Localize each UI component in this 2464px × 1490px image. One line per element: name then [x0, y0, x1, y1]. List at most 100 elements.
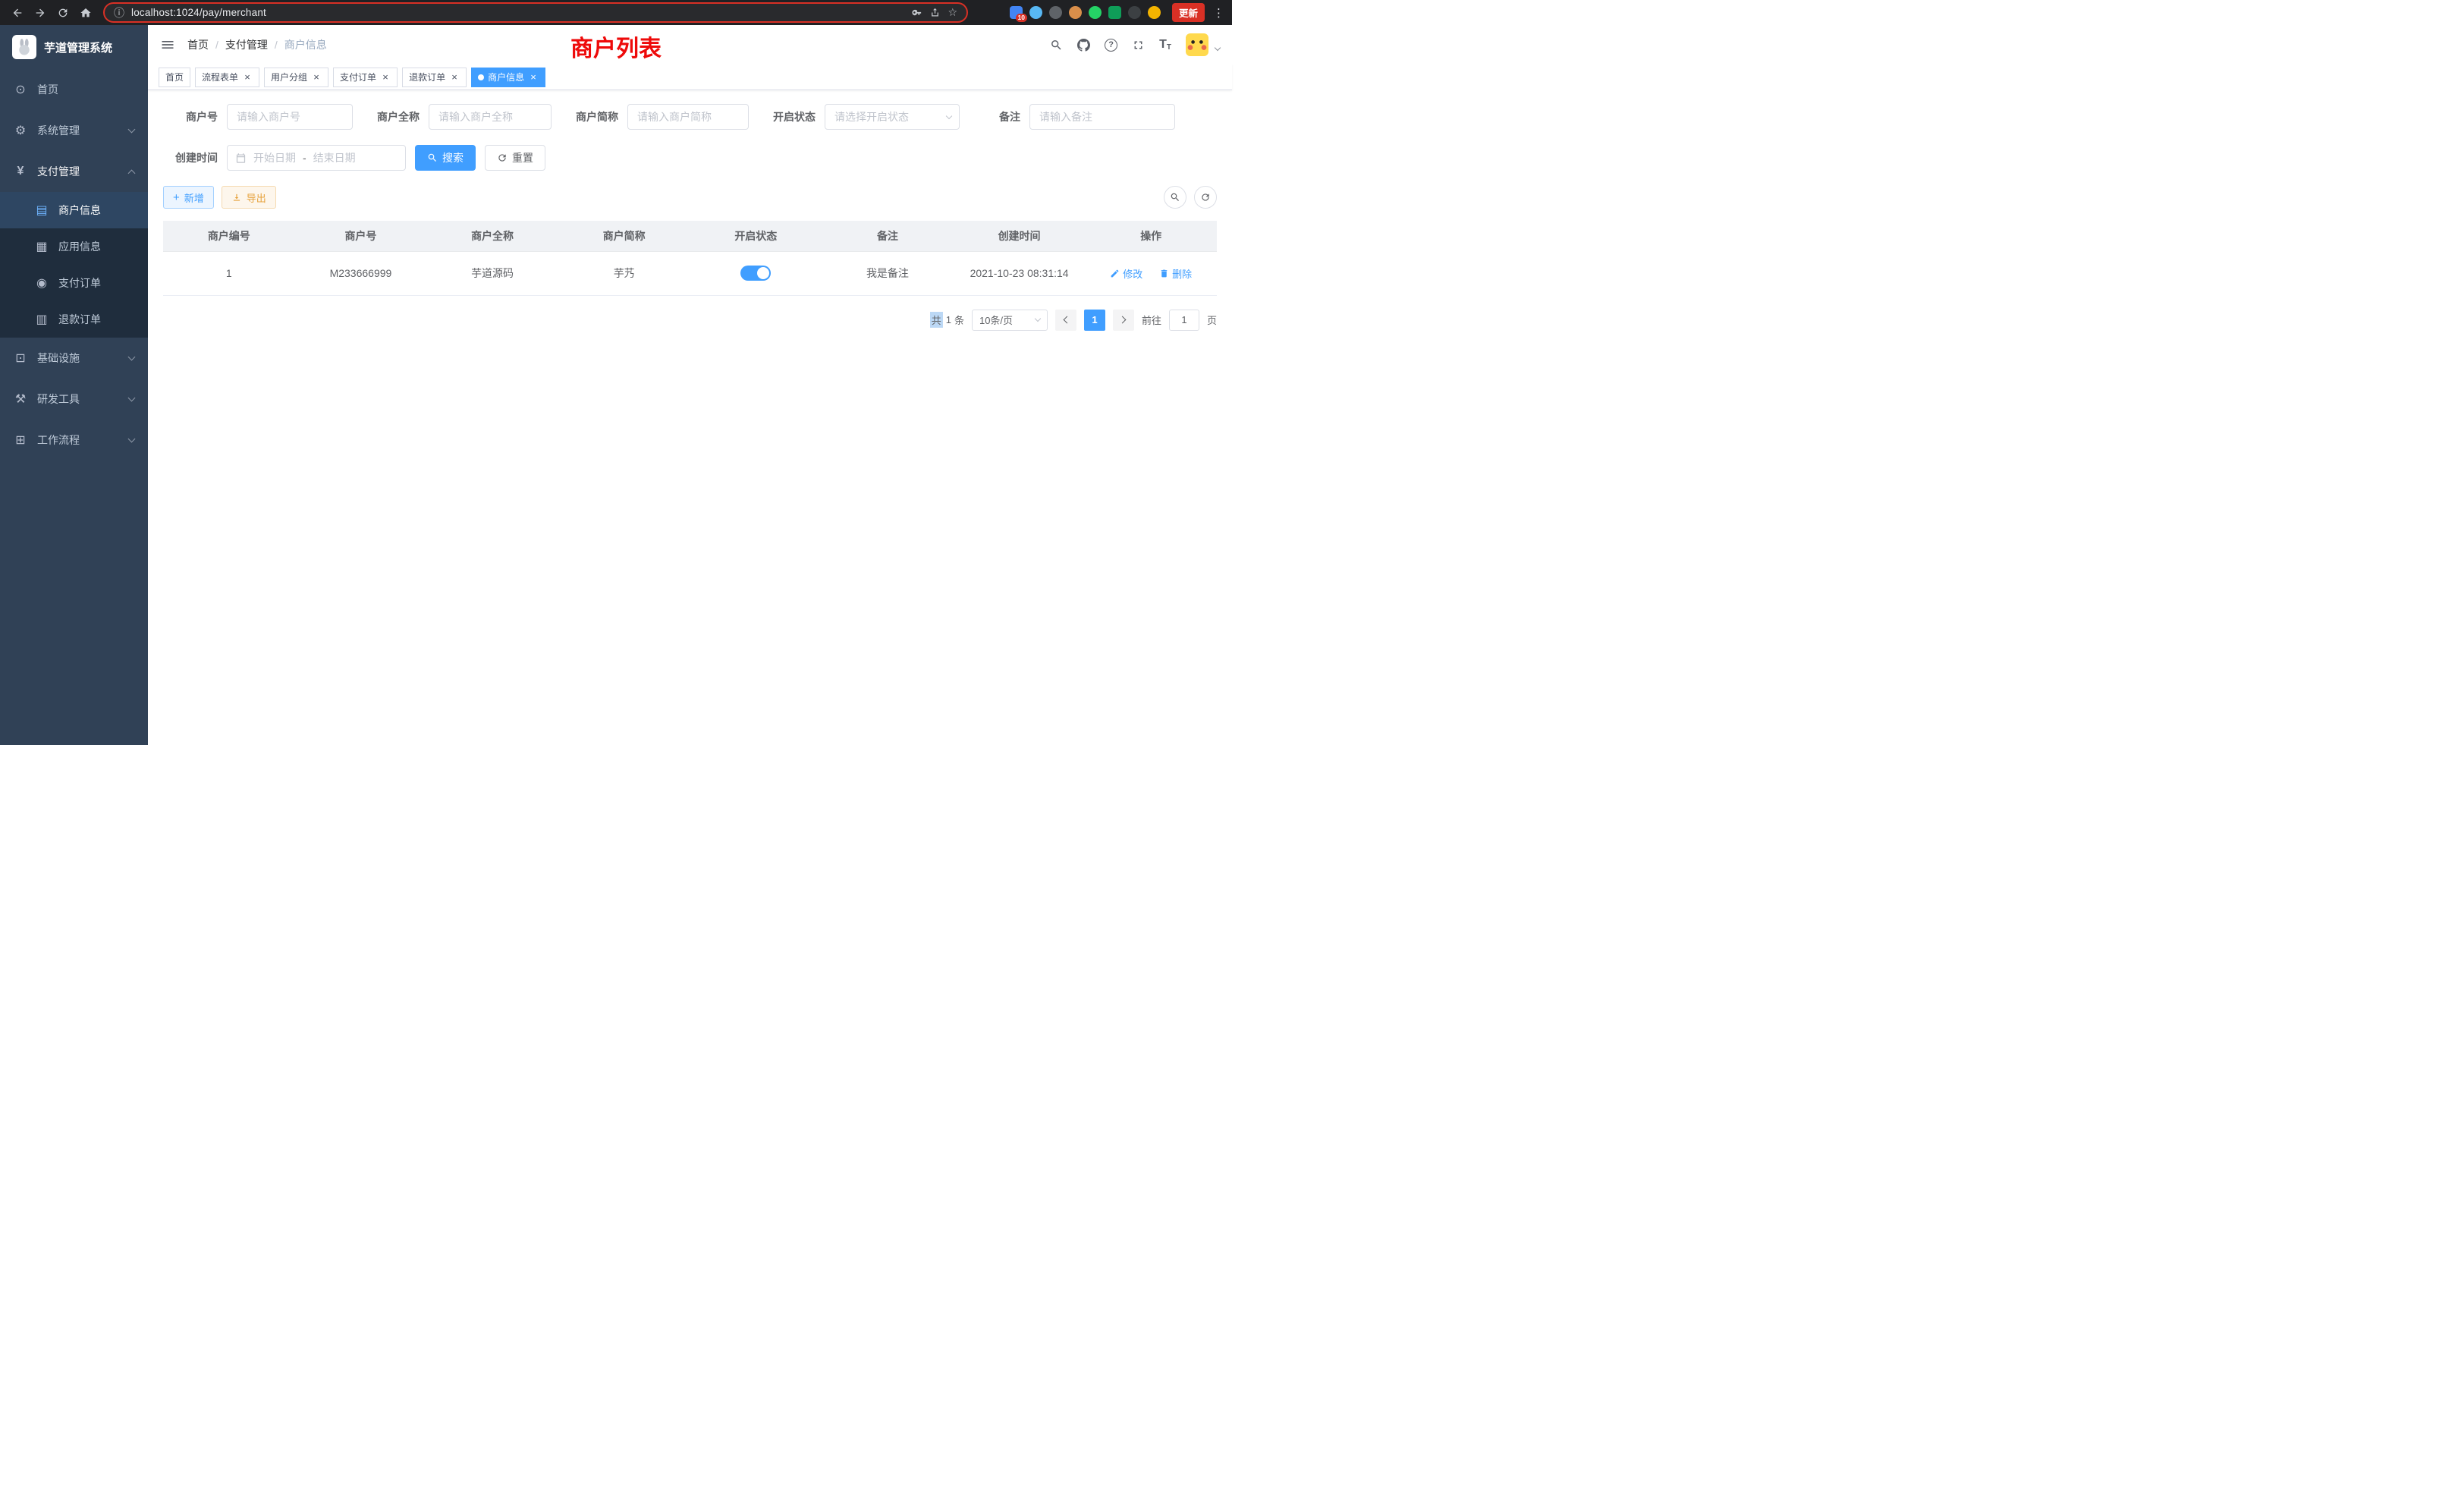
- status-toggle[interactable]: [740, 266, 771, 281]
- extension-badge: 10: [1016, 14, 1027, 22]
- help-icon[interactable]: ?: [1105, 39, 1117, 52]
- sidebar-item-workflow[interactable]: ⊞ 工作流程: [0, 420, 148, 461]
- tab-label: 用户分组: [271, 71, 307, 83]
- sidebar-item-refund-order[interactable]: ▥ 退款订单: [0, 301, 148, 338]
- column-header: 商户编号: [163, 221, 295, 251]
- sidebar-item-home[interactable]: ⊙ 首页: [0, 69, 148, 110]
- column-header: 开启状态: [690, 221, 822, 251]
- sidebar-item-payment[interactable]: ¥ 支付管理: [0, 151, 148, 192]
- back-icon[interactable]: [8, 3, 27, 23]
- extension-icon[interactable]: [1128, 6, 1141, 19]
- page-unit-label: 页: [1207, 313, 1217, 327]
- tab-merchant-info[interactable]: 商户信息 ×: [471, 68, 545, 87]
- remark-input[interactable]: [1029, 104, 1175, 130]
- font-large-glyph: T: [1159, 38, 1167, 52]
- page-size-select[interactable]: 10条/页: [972, 310, 1048, 331]
- column-header: 商户全称: [426, 221, 558, 251]
- app-frame: 芋道管理系统 ⊙ 首页 ⚙ 系统管理 ¥ 支付管理 ▤ 商户信息 ▦ 应用信息: [0, 25, 1232, 745]
- browser-update-button[interactable]: 更新: [1172, 3, 1205, 22]
- refresh-table-icon[interactable]: [1194, 186, 1217, 209]
- sidebar-item-merchant-info[interactable]: ▤ 商户信息: [0, 192, 148, 228]
- status-select[interactable]: 请选择开启状态: [825, 104, 960, 130]
- sidebar-item-label: 商户信息: [58, 203, 101, 218]
- password-key-icon[interactable]: [911, 7, 922, 18]
- fullscreen-icon[interactable]: [1132, 39, 1145, 52]
- share-icon[interactable]: [929, 7, 941, 18]
- close-icon[interactable]: ×: [242, 72, 253, 83]
- extension-icon[interactable]: [1108, 6, 1121, 19]
- sidebar-item-pay-order[interactable]: ◉ 支付订单: [0, 265, 148, 301]
- user-avatar[interactable]: [1186, 33, 1208, 56]
- browser-menu-icon[interactable]: ⋮: [1213, 6, 1224, 20]
- cell-full-name: 芋道源码: [426, 251, 558, 295]
- home-icon[interactable]: [76, 3, 96, 23]
- calendar-icon: [235, 152, 247, 164]
- main-area: 商户列表 首页 / 支付管理 / 商户信息 ? TT: [148, 25, 1232, 745]
- tab-pay-order[interactable]: 支付订单 ×: [333, 68, 398, 87]
- close-icon[interactable]: ×: [380, 72, 391, 83]
- sidebar-item-app-info[interactable]: ▦ 应用信息: [0, 228, 148, 265]
- delete-link[interactable]: 删除: [1159, 266, 1192, 281]
- chevron-left-icon: [1064, 316, 1071, 324]
- close-icon[interactable]: ×: [528, 72, 539, 83]
- merchant-no-input[interactable]: [227, 104, 353, 130]
- show-search-icon[interactable]: [1164, 186, 1186, 209]
- tab-refund-order[interactable]: 退款订单 ×: [402, 68, 467, 87]
- extension-icon[interactable]: [1049, 6, 1062, 19]
- reset-button[interactable]: 重置: [485, 145, 545, 171]
- sidebar-item-label: 研发工具: [37, 391, 80, 407]
- tab-home[interactable]: 首页: [159, 68, 190, 87]
- url-bar[interactable]: ⓘ localhost:1024/pay/merchant ☆: [103, 2, 968, 23]
- breadcrumb-separator: /: [215, 39, 218, 51]
- page-number-button[interactable]: 1: [1084, 310, 1105, 331]
- sidebar-item-dev-tools[interactable]: ⚒ 研发工具: [0, 379, 148, 420]
- bookmark-star-icon[interactable]: ☆: [948, 6, 957, 19]
- close-icon[interactable]: ×: [449, 72, 460, 83]
- font-size-icon[interactable]: TT: [1159, 38, 1171, 52]
- extension-icon[interactable]: [1148, 6, 1161, 19]
- sidebar-logo[interactable]: 芋道管理系统: [0, 25, 148, 69]
- full-name-input[interactable]: [429, 104, 552, 130]
- sidebar-item-infrastructure[interactable]: ⊡ 基础设施: [0, 338, 148, 379]
- pagination-total: 共 1 条: [930, 312, 964, 328]
- document-icon: ▥: [35, 312, 49, 327]
- next-page-button[interactable]: [1113, 310, 1134, 331]
- extension-icon[interactable]: [1029, 6, 1042, 19]
- edit-link[interactable]: 修改: [1110, 266, 1142, 281]
- breadcrumb-item[interactable]: 支付管理: [225, 37, 268, 52]
- hamburger-icon[interactable]: [160, 37, 175, 52]
- logo-avatar: [12, 35, 36, 59]
- prev-page-button[interactable]: [1055, 310, 1076, 331]
- sidebar-item-system[interactable]: ⚙ 系统管理: [0, 110, 148, 151]
- tab-label: 支付订单: [340, 71, 376, 83]
- avatar-caret-icon[interactable]: [1215, 45, 1221, 51]
- reload-icon[interactable]: [53, 3, 73, 23]
- url-text[interactable]: localhost:1024/pay/merchant: [131, 7, 904, 18]
- active-dot: [478, 74, 484, 80]
- search-button[interactable]: 搜索: [415, 145, 476, 171]
- short-name-input[interactable]: [627, 104, 749, 130]
- add-button[interactable]: + 新增: [163, 186, 214, 209]
- trash-icon: [1159, 269, 1169, 278]
- tab-process-form[interactable]: 流程表单 ×: [195, 68, 259, 87]
- extension-icon[interactable]: 10: [1010, 6, 1023, 19]
- forward-icon[interactable]: [30, 3, 50, 23]
- sidebar-item-label: 退款订单: [58, 312, 101, 327]
- goto-page-input[interactable]: [1169, 310, 1199, 331]
- date-range-picker[interactable]: 开始日期 - 结束日期: [227, 145, 406, 171]
- sidebar: 芋道管理系统 ⊙ 首页 ⚙ 系统管理 ¥ 支付管理 ▤ 商户信息 ▦ 应用信息: [0, 25, 148, 745]
- extension-icon[interactable]: [1089, 6, 1102, 19]
- add-button-label: 新增: [184, 190, 204, 205]
- sidebar-item-label: 支付订单: [58, 275, 101, 291]
- export-button[interactable]: 导出: [222, 186, 276, 209]
- extension-icon[interactable]: [1069, 6, 1082, 19]
- github-icon[interactable]: [1077, 39, 1090, 52]
- breadcrumb-item[interactable]: 首页: [187, 37, 209, 52]
- close-icon[interactable]: ×: [311, 72, 322, 83]
- tab-user-group[interactable]: 用户分组 ×: [264, 68, 328, 87]
- pagination: 共 1 条 10条/页 1 前往 页: [163, 310, 1217, 331]
- chevron-down-icon: [128, 395, 136, 402]
- sidebar-item-label: 支付管理: [37, 164, 80, 179]
- search-icon[interactable]: [1050, 39, 1063, 52]
- site-info-icon[interactable]: ⓘ: [114, 5, 124, 20]
